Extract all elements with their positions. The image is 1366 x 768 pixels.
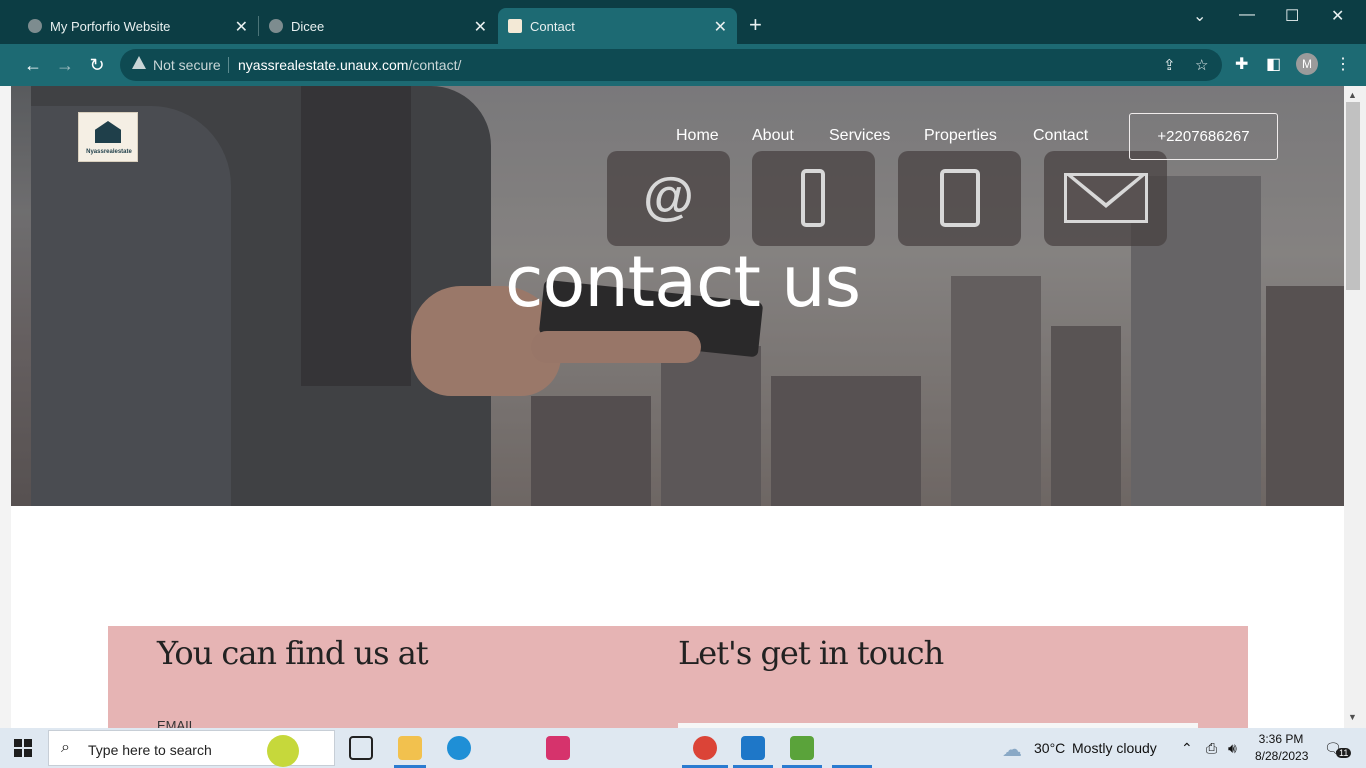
clock[interactable]: 3:36 PM 8/28/2023 (1255, 731, 1309, 765)
tab-strip: My Porforfio Website ✕ Dicee ✕ Contact ✕… (0, 0, 1366, 44)
volume-icon[interactable]: 🔊︎ (1228, 740, 1237, 757)
notification-count: 11 (1336, 748, 1352, 758)
at-sign-icon: @ (643, 168, 694, 226)
nav-about[interactable]: About (752, 127, 794, 145)
side-panel-icon[interactable]: ◧ (1266, 54, 1281, 74)
find-us-heading: You can find us at (157, 634, 429, 672)
nav-services[interactable]: Services (829, 127, 890, 145)
search-placeholder: Type here to search (88, 742, 212, 758)
phone-call-button[interactable]: +2207686267 (1129, 113, 1278, 160)
envelope-icon (1064, 173, 1148, 223)
weather-text[interactable]: Mostly cloudy (1072, 740, 1157, 756)
house-icon (95, 121, 121, 143)
close-tab-icon[interactable]: ✕ (714, 17, 727, 37)
weather-temp[interactable]: 30°C (1034, 740, 1065, 756)
spreadsheet-app-icon[interactable] (790, 736, 814, 760)
close-tab-icon[interactable]: ✕ (474, 17, 487, 37)
new-tab-button[interactable]: + (749, 12, 762, 38)
webpage: Nyassrealestate @ Home About Services Pr… (11, 86, 1344, 728)
tablet-icon (940, 169, 980, 227)
clock-date: 8/28/2023 (1255, 749, 1309, 763)
nav-properties[interactable]: Properties (924, 127, 997, 145)
scroll-thumb[interactable] (1346, 102, 1360, 290)
site-favicon-icon (508, 19, 522, 33)
mobile-tile (898, 151, 1021, 246)
minimize-icon[interactable]: — (1239, 6, 1255, 24)
bookmark-star-icon[interactable]: ☆ (1195, 56, 1208, 74)
edge-icon[interactable] (447, 736, 471, 760)
profile-avatar[interactable]: M (1296, 53, 1318, 75)
clock-time: 3:36 PM (1258, 732, 1304, 746)
phone-tile (752, 151, 875, 246)
reload-icon[interactable]: ↻ (85, 53, 109, 77)
contact-section: You can find us at Let's get in touch EM… (108, 626, 1248, 728)
task-view-icon[interactable] (349, 736, 373, 760)
nav-contact[interactable]: Contact (1033, 127, 1088, 145)
forward-icon[interactable]: → (53, 53, 77, 77)
warning-icon (132, 56, 146, 69)
close-window-icon[interactable]: ✕ (1331, 6, 1344, 26)
instagram-icon[interactable] (546, 736, 570, 760)
site-logo[interactable]: Nyassrealestate (78, 112, 138, 162)
globe-icon (269, 19, 283, 33)
tab-title: Dicee (291, 18, 325, 34)
tab-title: My Porforfio Website (50, 18, 171, 34)
scroll-down-icon[interactable]: ▼ (1348, 712, 1357, 722)
file-explorer-icon[interactable] (398, 736, 422, 760)
menu-kebab-icon[interactable]: ⋮ (1335, 54, 1351, 74)
url-text: nyassrealestate.unaux.com/contact/ (238, 57, 461, 73)
tab-portfolio[interactable]: My Porforfio Website ✕ (18, 8, 258, 44)
tab-dicee[interactable]: Dicee ✕ (259, 8, 497, 44)
share-icon[interactable]: ⇪ (1163, 56, 1176, 74)
url-path: /contact/ (408, 57, 462, 73)
chrome-icon[interactable] (693, 736, 717, 760)
page-scrollbar[interactable]: ▲ ▼ (1344, 86, 1366, 728)
get-in-touch-heading: Let's get in touch (678, 634, 944, 672)
email-label: EMAIL (157, 718, 197, 728)
extensions-icon[interactable]: ✚ (1235, 54, 1248, 74)
hero-title: contact us (505, 241, 861, 323)
tray-overflow-icon[interactable]: ⌃ (1181, 740, 1193, 757)
globe-icon (28, 19, 42, 33)
meet-now-icon[interactable]: ⎙ (1206, 740, 1217, 757)
browser-toolbar: ← → ↻ Not secure nyassrealestate.unaux.c… (0, 44, 1366, 86)
taskbar-search[interactable]: ⌕ Type here to search (48, 730, 335, 767)
weather-cloud-icon[interactable]: ☁ (1002, 737, 1022, 762)
search-icon: ⌕ (61, 739, 70, 756)
taskbar: ⌕ Type here to search ☁ 30°C Mostly clou… (0, 728, 1366, 768)
email-tile: @ (607, 151, 730, 246)
tab-title: Contact (530, 18, 575, 34)
vscode-icon[interactable] (741, 736, 765, 760)
url-host: nyassrealestate.unaux.com (238, 57, 409, 73)
search-highlight-icon (267, 735, 299, 767)
phone-icon (801, 169, 825, 227)
scroll-up-icon[interactable]: ▲ (1348, 90, 1357, 100)
mail-tile (1044, 151, 1167, 246)
nav-home[interactable]: Home (676, 127, 719, 145)
desktop-edge (0, 86, 11, 728)
maximize-icon[interactable]: ☐ (1285, 6, 1299, 26)
close-tab-icon[interactable]: ✕ (235, 17, 248, 37)
address-bar[interactable]: Not secure nyassrealestate.unaux.com/con… (120, 49, 1222, 81)
divider (228, 57, 229, 73)
tab-contact[interactable]: Contact ✕ (498, 8, 737, 44)
logo-text: Nyassrealestate (86, 149, 132, 155)
windows-start-icon[interactable] (14, 739, 32, 757)
back-icon[interactable]: ← (21, 53, 45, 77)
hero-section: Nyassrealestate @ Home About Services Pr… (11, 86, 1344, 506)
security-label: Not secure (153, 57, 221, 73)
tab-search-icon[interactable]: ⌄ (1193, 6, 1206, 26)
